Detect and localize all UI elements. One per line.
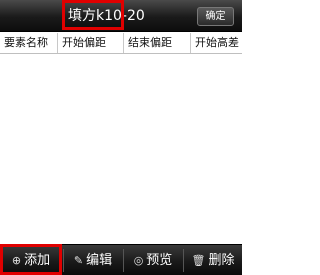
column-header-end-offset[interactable]: 结束偏距 bbox=[124, 33, 191, 53]
trash-icon: 🗑 bbox=[191, 254, 206, 267]
column-header-element-name[interactable]: 要素名称 bbox=[0, 33, 58, 53]
eye-icon: ◎ bbox=[133, 254, 144, 267]
delete-label: 删除 bbox=[208, 253, 235, 268]
confirm-button[interactable]: 确定 bbox=[197, 7, 234, 26]
delete-button[interactable]: 🗑 删除 bbox=[184, 245, 242, 275]
column-header-start-offset[interactable]: 开始偏距 bbox=[58, 33, 124, 53]
title-highlight-box bbox=[62, 0, 124, 30]
table-header: 要素名称 开始偏距 结束偏距 开始高差 bbox=[0, 33, 242, 54]
preview-label: 预览 bbox=[146, 253, 173, 268]
column-header-start-elevation[interactable]: 开始高差 bbox=[191, 33, 251, 53]
title-bar: 填方k10-20 确定 bbox=[0, 0, 242, 32]
edit-button[interactable]: ✎ 编辑 bbox=[64, 245, 122, 275]
element-list[interactable] bbox=[0, 55, 242, 243]
pencil-icon: ✎ bbox=[73, 254, 84, 267]
edit-label: 编辑 bbox=[86, 253, 113, 268]
add-highlight-box bbox=[0, 244, 62, 275]
preview-button[interactable]: ◎ 预览 bbox=[124, 245, 182, 275]
